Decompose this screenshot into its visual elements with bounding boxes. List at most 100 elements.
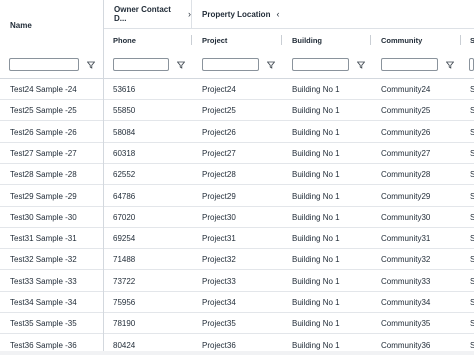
column-group-property-location[interactable]: Property Location ‹ [192, 0, 474, 29]
cell-phone[interactable]: 53616 [104, 79, 192, 100]
table-row[interactable]: Test34 Sample -34 75956 Project34 Building … [0, 292, 474, 313]
cell-building[interactable]: Building No 1 [282, 228, 371, 249]
filter-input-community[interactable] [381, 58, 438, 71]
cell-community[interactable]: Community24 [371, 79, 461, 100]
cell-phone[interactable]: 75956 [104, 292, 192, 313]
table-row[interactable]: Test32 Sample -32 71488 Project32 Building … [0, 249, 474, 271]
column-header-phone[interactable]: Phone [104, 30, 192, 50]
cell-community[interactable]: Community35 [371, 313, 461, 334]
cell-name[interactable]: Test30 Sample -30 [0, 207, 103, 228]
cell-name[interactable]: Test35 Sample -35 [0, 313, 103, 334]
cell-phone[interactable]: 67020 [104, 207, 192, 228]
cell-project[interactable]: Project32 [192, 249, 282, 270]
cell-community[interactable]: Community30 [371, 207, 461, 228]
filter-icon[interactable] [267, 61, 275, 69]
cell-name[interactable]: Test28 Sample -28 [0, 164, 103, 185]
cell-building[interactable]: Building No 1 [282, 164, 371, 185]
cell-building[interactable]: Building No 1 [282, 249, 371, 270]
cell-project[interactable]: Project28 [192, 164, 282, 185]
table-row[interactable]: Test26 Sample -26 58084 Project26 Building … [0, 122, 474, 143]
cell-cut[interactable]: S [461, 207, 474, 228]
filter-input-phone[interactable] [113, 58, 169, 71]
cell-phone[interactable]: 58084 [104, 122, 192, 143]
cell-community[interactable]: Community31 [371, 228, 461, 249]
cell-building[interactable]: Building No 1 [282, 122, 371, 143]
table-row[interactable]: Test24 Sample -24 53616 Project24 Building … [0, 79, 474, 100]
cell-name[interactable]: Test32 Sample -32 [0, 249, 103, 270]
cell-building[interactable]: Building No 1 [282, 271, 371, 292]
cell-name[interactable]: Test24 Sample -24 [0, 79, 103, 100]
cell-cut[interactable]: S [461, 164, 474, 185]
cell-name[interactable]: Test25 Sample -25 [0, 100, 103, 121]
cell-phone[interactable]: 69254 [104, 228, 192, 249]
cell-phone[interactable]: 71488 [104, 249, 192, 270]
horizontal-scrollbar[interactable] [0, 351, 474, 355]
filter-icon[interactable] [357, 61, 365, 69]
cell-building[interactable]: Building No 1 [282, 186, 371, 207]
cell-community[interactable]: Community32 [371, 249, 461, 270]
column-header-community[interactable]: Community [371, 30, 461, 50]
cell-building[interactable]: Building No 1 [282, 79, 371, 100]
cell-project[interactable]: Project35 [192, 313, 282, 334]
cell-phone[interactable]: 62552 [104, 164, 192, 185]
cell-cut[interactable]: S [461, 271, 474, 292]
cell-phone[interactable]: 64786 [104, 186, 192, 207]
cell-cut[interactable]: S [461, 186, 474, 207]
cell-cut[interactable]: S [461, 313, 474, 334]
filter-icon[interactable] [446, 61, 454, 69]
cell-cut[interactable]: S [461, 249, 474, 270]
cell-name[interactable]: Test26 Sample -26 [0, 122, 103, 143]
cell-name[interactable]: Test27 Sample -27 [0, 143, 103, 164]
cell-community[interactable]: Community29 [371, 186, 461, 207]
column-group-owner-contact[interactable]: Owner Contact D... › [104, 0, 191, 29]
filter-input-building[interactable] [292, 58, 349, 71]
table-row[interactable]: Test27 Sample -27 60318 Project27 Building … [0, 143, 474, 164]
cell-phone[interactable]: 55850 [104, 100, 192, 121]
chevron-right-icon[interactable]: › [188, 9, 191, 19]
cell-project[interactable]: Project31 [192, 228, 282, 249]
cell-project[interactable]: Project33 [192, 271, 282, 292]
column-header-project[interactable]: Project [192, 30, 282, 50]
cell-project[interactable]: Project30 [192, 207, 282, 228]
cell-project[interactable]: Project25 [192, 100, 282, 121]
filter-icon[interactable] [87, 61, 95, 69]
table-row[interactable]: Test31 Sample -31 69254 Project31 Building … [0, 228, 474, 250]
cell-cut[interactable]: S [461, 122, 474, 143]
cell-phone[interactable]: 78190 [104, 313, 192, 334]
table-row[interactable]: Test35 Sample -35 78190 Project35 Building … [0, 313, 474, 335]
cell-name[interactable]: Test31 Sample -31 [0, 228, 103, 249]
cell-cut[interactable]: S [461, 228, 474, 249]
cell-cut[interactable]: S [461, 143, 474, 164]
cell-building[interactable]: Building No 1 [282, 100, 371, 121]
cell-community[interactable]: Community27 [371, 143, 461, 164]
cell-name[interactable]: Test34 Sample -34 [0, 292, 103, 313]
cell-project[interactable]: Project24 [192, 79, 282, 100]
filter-input-partial[interactable] [469, 58, 474, 71]
cell-project[interactable]: Project34 [192, 292, 282, 313]
cell-community[interactable]: Community28 [371, 164, 461, 185]
cell-building[interactable]: Building No 1 [282, 292, 371, 313]
cell-name[interactable]: Test33 Sample -33 [0, 271, 103, 292]
cell-building[interactable]: Building No 1 [282, 207, 371, 228]
table-row[interactable]: Test28 Sample -28 62552 Project28 Building … [0, 164, 474, 186]
table-row[interactable]: Test25 Sample -25 55850 Project25 Building … [0, 100, 474, 122]
cell-community[interactable]: Community34 [371, 292, 461, 313]
cell-cut[interactable]: S [461, 79, 474, 100]
cell-project[interactable]: Project27 [192, 143, 282, 164]
column-header-partial[interactable]: S [461, 30, 474, 50]
filter-input-name[interactable] [9, 58, 79, 71]
cell-building[interactable]: Building No 1 [282, 143, 371, 164]
cell-phone[interactable]: 60318 [104, 143, 192, 164]
cell-cut[interactable]: S [461, 292, 474, 313]
cell-name[interactable]: Test29 Sample -29 [0, 186, 103, 207]
cell-community[interactable]: Community26 [371, 122, 461, 143]
table-row[interactable]: Test30 Sample -30 67020 Project30 Building … [0, 207, 474, 228]
filter-icon[interactable] [177, 61, 185, 69]
cell-community[interactable]: Community25 [371, 100, 461, 121]
cell-phone[interactable]: 73722 [104, 271, 192, 292]
cell-building[interactable]: Building No 1 [282, 313, 371, 334]
table-row[interactable]: Test33 Sample -33 73722 Project33 Building … [0, 271, 474, 292]
filter-input-project[interactable] [202, 58, 259, 71]
cell-project[interactable]: Project29 [192, 186, 282, 207]
column-header-building[interactable]: Building [282, 30, 371, 50]
